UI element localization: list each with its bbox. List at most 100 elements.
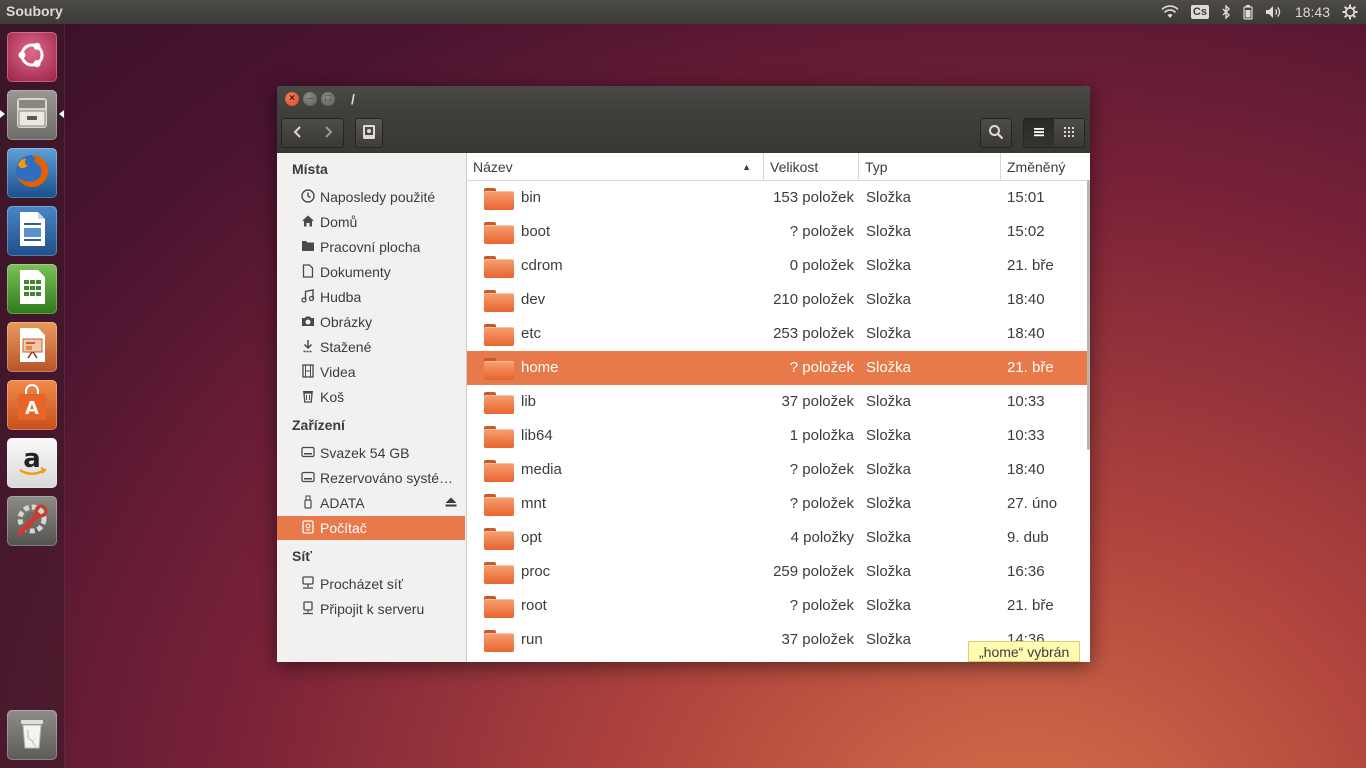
launcher-trash[interactable] bbox=[7, 710, 57, 760]
path-bar-computer-button[interactable] bbox=[355, 118, 383, 148]
clock[interactable]: 18:43 bbox=[1295, 4, 1330, 20]
file-name: boot bbox=[521, 223, 551, 240]
file-size: 253 položek bbox=[773, 325, 854, 342]
file-row-bin[interactable]: bin 153 položek Složka 15:01 bbox=[467, 181, 1087, 215]
file-row-etc[interactable]: etc 253 položek Složka 18:40 bbox=[467, 317, 1087, 351]
gear-icon[interactable] bbox=[1342, 4, 1358, 20]
file-row-cdrom[interactable]: cdrom 0 položek Složka 21. bře bbox=[467, 249, 1087, 283]
sidebar-item-documents[interactable]: Dokumenty bbox=[277, 260, 465, 284]
file-name: cdrom bbox=[521, 257, 563, 274]
wifi-icon[interactable] bbox=[1161, 5, 1179, 19]
file-name: opt bbox=[521, 529, 542, 546]
forward-button[interactable] bbox=[312, 118, 344, 148]
file-row-proc[interactable]: proc 259 položek Složka 16:36 bbox=[467, 555, 1087, 589]
folder-icon bbox=[484, 222, 514, 244]
sidebar-item-music[interactable]: Hudba bbox=[277, 285, 465, 309]
launcher-files[interactable] bbox=[7, 90, 57, 140]
launcher-amazon[interactable]: a bbox=[7, 438, 57, 488]
file-row-mnt[interactable]: mnt ? položek Složka 27. úno bbox=[467, 487, 1087, 521]
sidebar-item-downloads[interactable]: Stažené bbox=[277, 335, 465, 359]
film-icon bbox=[300, 363, 316, 381]
file-modified: 21. bře bbox=[1007, 257, 1054, 274]
eject-icon[interactable] bbox=[445, 496, 457, 510]
launcher-impress[interactable] bbox=[7, 322, 57, 372]
chevron-right-icon bbox=[323, 125, 333, 142]
section-heading-devices: Zařízení bbox=[292, 417, 345, 433]
launcher-software-center[interactable]: A bbox=[7, 380, 57, 430]
drive-icon bbox=[300, 446, 316, 461]
sidebar-item-label: ADATA bbox=[320, 495, 365, 511]
file-size: ? položek bbox=[789, 597, 854, 614]
sidebar-item-system-reserved[interactable]: Rezervováno systé… bbox=[277, 466, 465, 490]
column-header-name[interactable]: Název ▲ bbox=[467, 153, 764, 180]
launcher-firefox[interactable] bbox=[7, 148, 57, 198]
sidebar-item-home[interactable]: Domů bbox=[277, 210, 465, 234]
folder-icon bbox=[484, 256, 514, 278]
file-modified: 21. bře bbox=[1007, 597, 1054, 614]
minimize-button[interactable]: – bbox=[303, 92, 317, 106]
sidebar-item-label: Rezervováno systé… bbox=[320, 470, 454, 486]
sidebar-item-connect-server[interactable]: Připojit k serveru bbox=[277, 597, 465, 621]
column-header-type[interactable]: Typ bbox=[859, 153, 1001, 180]
search-button[interactable] bbox=[980, 118, 1012, 148]
maximize-button[interactable]: □ bbox=[321, 92, 335, 106]
sidebar-item-trash[interactable]: Koš bbox=[277, 385, 465, 409]
folder-icon bbox=[484, 596, 514, 618]
file-manager-window: × – □ / Místa Naposledy použité Domů Pra… bbox=[277, 86, 1090, 662]
file-row-media[interactable]: media ? položek Složka 18:40 bbox=[467, 453, 1087, 487]
grid-view-button[interactable] bbox=[1054, 118, 1085, 148]
vertical-scrollbar[interactable] bbox=[1087, 180, 1090, 450]
back-button[interactable] bbox=[281, 118, 314, 148]
writer-icon bbox=[14, 209, 50, 254]
file-row-home[interactable]: home ? položek Složka 21. bře bbox=[467, 351, 1087, 385]
sidebar-item-pictures[interactable]: Obrázky bbox=[277, 310, 465, 334]
shopping-bag-icon: A bbox=[13, 383, 51, 428]
sidebar-item-adata[interactable]: ADATA bbox=[277, 491, 465, 515]
keyboard-layout-indicator[interactable]: Cs bbox=[1190, 5, 1209, 19]
file-row-boot[interactable]: boot ? položek Složka 15:02 bbox=[467, 215, 1087, 249]
launcher-calc[interactable] bbox=[7, 264, 57, 314]
file-name: run bbox=[521, 631, 543, 648]
volume-icon[interactable] bbox=[1265, 5, 1283, 19]
file-row-lib64[interactable]: lib64 1 položka Složka 10:33 bbox=[467, 419, 1087, 453]
bluetooth-icon[interactable] bbox=[1221, 5, 1231, 19]
folder-icon bbox=[484, 392, 514, 414]
sidebar-item-desktop[interactable]: Pracovní plocha bbox=[277, 235, 465, 259]
file-name: media bbox=[521, 461, 562, 478]
list-icon bbox=[1032, 125, 1046, 141]
file-size: 210 položek bbox=[773, 291, 854, 308]
launcher-system-settings[interactable] bbox=[7, 496, 57, 546]
sidebar-item-label: Procházet síť bbox=[320, 576, 404, 592]
sidebar-item-label: Stažené bbox=[320, 339, 372, 355]
app-menu-title[interactable]: Soubory bbox=[6, 3, 63, 19]
file-row-opt[interactable]: opt 4 položky Složka 9. dub bbox=[467, 521, 1087, 555]
trash-icon bbox=[300, 389, 316, 406]
sidebar-item-volume-54gb[interactable]: Svazek 54 GB bbox=[277, 441, 465, 465]
window-titlebar[interactable]: × – □ / bbox=[277, 86, 1090, 113]
file-size: ? položek bbox=[789, 461, 854, 478]
file-row-dev[interactable]: dev 210 položek Složka 18:40 bbox=[467, 283, 1087, 317]
file-name: lib bbox=[521, 393, 537, 410]
sidebar-item-recent[interactable]: Naposledy použité bbox=[277, 185, 465, 209]
file-modified: 21. bře bbox=[1007, 359, 1054, 376]
column-header-modified[interactable]: Změněný bbox=[1001, 153, 1087, 180]
section-heading-places: Místa bbox=[292, 161, 328, 177]
sidebar-item-computer[interactable]: Počítač bbox=[277, 516, 465, 540]
music-icon bbox=[300, 288, 316, 306]
file-row-root[interactable]: root ? položek Složka 21. bře bbox=[467, 589, 1087, 623]
ubuntu-dash-button[interactable] bbox=[7, 32, 57, 82]
column-header-size[interactable]: Velikost bbox=[764, 153, 859, 180]
list-view-button[interactable] bbox=[1023, 118, 1055, 148]
window-title: / bbox=[351, 91, 355, 107]
launcher-writer[interactable] bbox=[7, 206, 57, 256]
selection-status: „home“ vybrán bbox=[968, 641, 1081, 662]
file-type: Složka bbox=[866, 393, 912, 410]
file-type: Složka bbox=[866, 291, 912, 308]
folder-icon bbox=[484, 358, 514, 380]
battery-icon[interactable] bbox=[1243, 4, 1253, 20]
file-modified: 10:33 bbox=[1007, 427, 1045, 444]
sidebar-item-browse-network[interactable]: Procházet síť bbox=[277, 572, 465, 596]
file-row-lib[interactable]: lib 37 položek Složka 10:33 bbox=[467, 385, 1087, 419]
sidebar-item-videos[interactable]: Videa bbox=[277, 360, 465, 384]
close-button[interactable]: × bbox=[285, 92, 299, 106]
